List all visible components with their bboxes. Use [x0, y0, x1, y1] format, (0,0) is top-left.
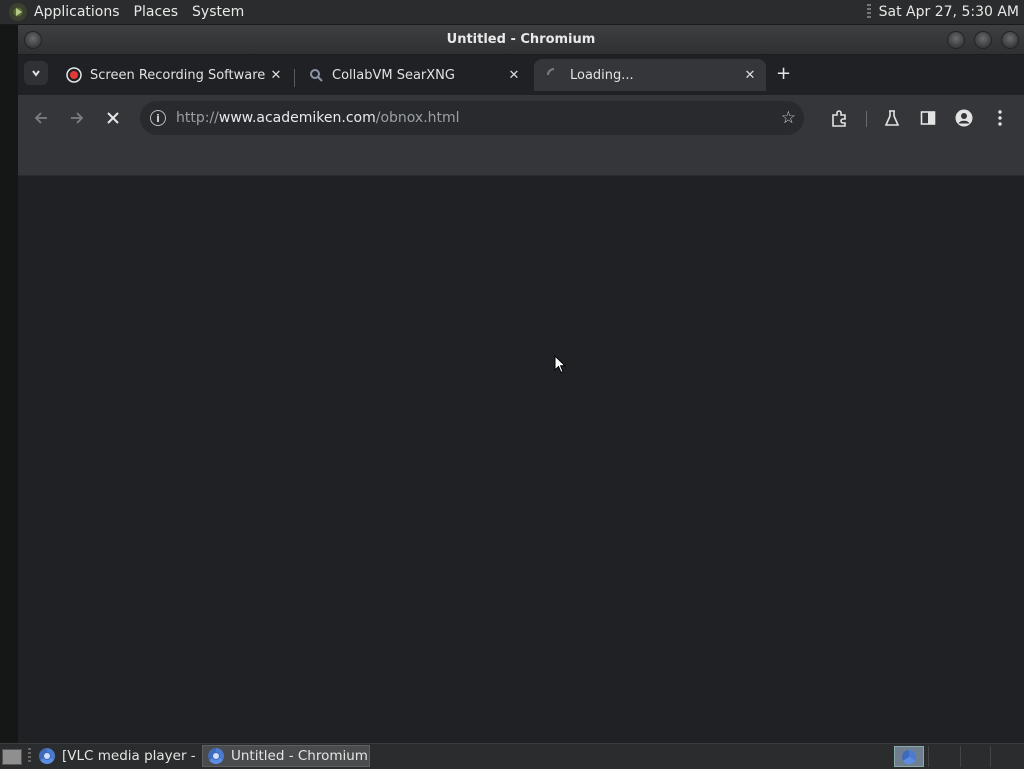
- tray-separator: [928, 746, 929, 767]
- system-menu[interactable]: System: [185, 0, 251, 24]
- tab-separator: [294, 69, 295, 87]
- arrow-left-icon: [34, 112, 47, 124]
- site-info-icon[interactable]: i: [150, 110, 166, 126]
- applications-menu[interactable]: Applications: [27, 0, 127, 24]
- taskbar-item-label: [VLC media player - ...: [62, 748, 200, 764]
- back-button[interactable]: [29, 106, 53, 130]
- places-menu[interactable]: Places: [127, 0, 186, 24]
- top-panel: Applications Places System Sat Apr 27, 5…: [0, 0, 1024, 25]
- side-panel-icon[interactable]: [918, 108, 938, 128]
- close-icon: [107, 112, 119, 124]
- tab-close-button[interactable]: ✕: [504, 68, 524, 83]
- new-tab-button[interactable]: +: [776, 63, 791, 84]
- panel-grip-icon: [866, 4, 871, 20]
- taskbar-grip-icon: [28, 748, 31, 764]
- bottom-taskbar: [VLC media player - ... Untitled - Chrom…: [0, 743, 1024, 769]
- browser-window: Untitled - Chromium Screen Recording Sof…: [18, 25, 1024, 743]
- tab-label: CollabVM SearXNG: [332, 67, 455, 83]
- window-menu-button[interactable]: [24, 31, 42, 49]
- url-scheme: http://: [176, 110, 219, 126]
- tab-search-button[interactable]: [24, 61, 48, 85]
- clock[interactable]: Sat Apr 27, 5:30 AM: [879, 4, 1024, 20]
- chevron-down-icon: [32, 70, 40, 77]
- url-path: /obnox.html: [375, 110, 460, 126]
- window-titlebar[interactable]: Untitled - Chromium: [18, 25, 1024, 55]
- more-menu-icon[interactable]: [990, 108, 1010, 128]
- tab-close-button[interactable]: ✕: [740, 68, 760, 83]
- bookmarks-bar: [18, 141, 1024, 176]
- taskbar-item-label: Untitled - Chromium: [231, 748, 368, 764]
- desktop-edge: [0, 25, 18, 743]
- browser-toolbar: i http://www.academiken.com/obnox.html ☆: [18, 95, 1024, 141]
- tab-loading[interactable]: Loading... ✕: [534, 59, 766, 91]
- tab-collabvm-searxng[interactable]: CollabVM SearXNG ✕: [296, 59, 530, 91]
- tab-screen-recording[interactable]: Screen Recording Software: c ✕: [54, 59, 292, 91]
- close-window-button[interactable]: [1001, 31, 1019, 49]
- address-bar[interactable]: i http://www.academiken.com/obnox.html ☆: [140, 101, 804, 135]
- minimize-button[interactable]: [947, 31, 965, 49]
- show-desktop-icon[interactable]: [2, 749, 22, 765]
- page-content[interactable]: [18, 176, 1024, 743]
- chromium-icon: [208, 748, 224, 764]
- tab-strip: Screen Recording Software: c ✕ CollabVM …: [18, 55, 1024, 95]
- arrow-right-icon: [71, 112, 84, 124]
- forward-button[interactable]: [65, 106, 89, 130]
- tab-label: Loading...: [570, 67, 634, 83]
- profile-avatar-icon[interactable]: [954, 108, 974, 128]
- taskbar-item-vlc[interactable]: [VLC media player - ...: [34, 745, 200, 767]
- tray-separator: [960, 746, 961, 767]
- extensions-icon[interactable]: [829, 108, 849, 128]
- record-icon: [66, 67, 82, 83]
- bookmark-star-icon[interactable]: ☆: [781, 108, 796, 128]
- loading-spinner-icon: [546, 67, 562, 83]
- tab-close-button[interactable]: ✕: [266, 68, 286, 83]
- window-title: Untitled - Chromium: [446, 32, 596, 47]
- tray-separator: [990, 746, 991, 767]
- distro-logo-icon[interactable]: [9, 3, 27, 21]
- url-host: www.academiken.com: [218, 110, 376, 126]
- taskbar-item-chromium[interactable]: Untitled - Chromium: [202, 745, 370, 767]
- stop-loading-button[interactable]: [101, 106, 125, 130]
- tab-label: Screen Recording Software: c: [90, 67, 266, 83]
- toolbar-divider: [866, 111, 867, 127]
- chromium-icon: [39, 748, 55, 764]
- searxng-icon: [308, 67, 324, 83]
- labs-flask-icon[interactable]: [882, 108, 902, 128]
- maximize-button[interactable]: [974, 31, 992, 49]
- tray-chromium-icon[interactable]: [894, 746, 924, 767]
- mouse-cursor-icon: [554, 355, 566, 374]
